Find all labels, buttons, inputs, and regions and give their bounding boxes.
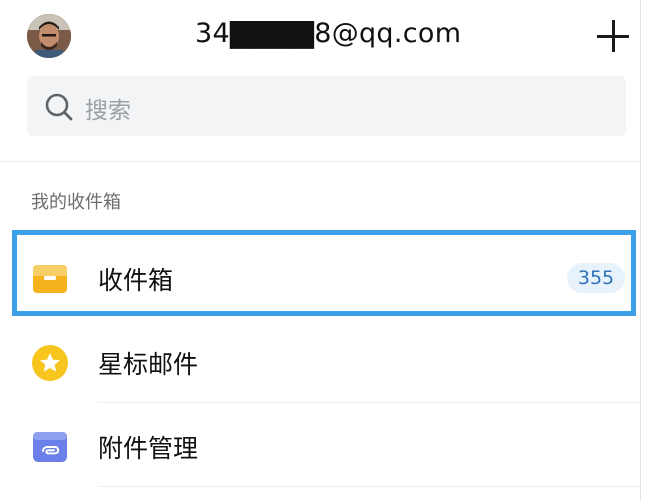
divider: [98, 486, 640, 487]
folder-label: 星标邮件: [98, 350, 199, 379]
divider: [0, 161, 640, 162]
account-email[interactable]: 34▇▇▇▇8@qq.com: [195, 18, 461, 49]
panel-edge: [640, 0, 641, 500]
plus-icon[interactable]: [597, 20, 629, 52]
search-placeholder: 搜索: [85, 98, 131, 124]
search-icon: [45, 93, 73, 121]
unread-count-badge: 355: [567, 263, 625, 293]
account-header: 34▇▇▇▇8@qq.com: [0, 0, 652, 72]
user-avatar[interactable]: [27, 14, 71, 58]
folder-item-inbox[interactable]: 收件箱: [0, 235, 640, 319]
folder-label: 收件箱: [98, 266, 174, 295]
avatar-photo-icon: [27, 14, 71, 58]
attachment-icon: [33, 432, 67, 462]
mail-drawer: 34▇▇▇▇8@qq.com 搜索 我的收件箱 收件箱 355 星标邮件 附件管…: [0, 0, 652, 500]
inbox-tray-icon: [33, 265, 67, 293]
search-input[interactable]: 搜索: [27, 76, 626, 136]
folder-item-starred[interactable]: 星标邮件: [0, 319, 640, 403]
star-icon: [32, 345, 68, 381]
folder-label: 附件管理: [98, 434, 199, 463]
section-title: 我的收件箱: [31, 192, 121, 213]
folder-item-attachments[interactable]: 附件管理: [0, 403, 640, 487]
